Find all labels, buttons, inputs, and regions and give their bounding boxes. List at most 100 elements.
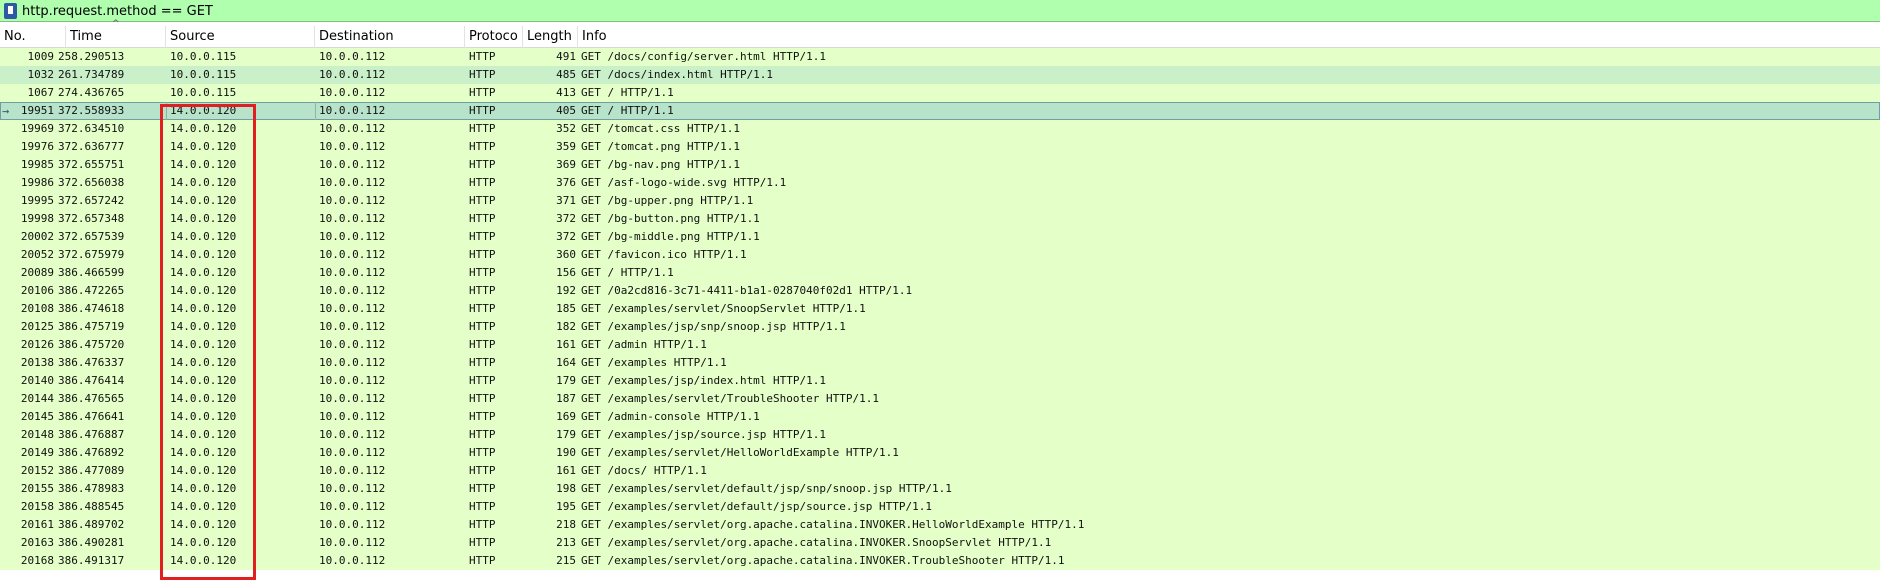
column-header-protocol[interactable]: Protoco xyxy=(465,26,523,48)
packet-destination: 10.0.0.112 xyxy=(319,320,386,333)
column-header-destination[interactable]: Destination xyxy=(315,26,465,48)
packet-row[interactable]: 20106 386.472265 14.0.0.120 10.0.0.112 HTTP 1… xyxy=(0,282,1880,300)
packet-length: 182 xyxy=(556,320,576,333)
packet-number: 19986 xyxy=(20,176,54,189)
packet-source: 14.0.0.120 xyxy=(170,302,237,315)
packet-row[interactable]: 19998 372.657348 14.0.0.120 10.0.0.112 HTTP 3… xyxy=(0,210,1880,228)
packet-row[interactable]: 20152 386.477089 14.0.0.120 10.0.0.112 HTTP 1… xyxy=(0,462,1880,480)
packet-destination: 10.0.0.112 xyxy=(319,464,386,477)
packet-length: 372 xyxy=(556,230,576,243)
packet-row[interactable]: 19986 372.656038 14.0.0.120 10.0.0.112 HTTP 3… xyxy=(0,174,1880,192)
packet-destination: 10.0.0.112 xyxy=(319,122,386,135)
packet-row[interactable]: 20089 386.466599 14.0.0.120 10.0.0.112 HTTP 1… xyxy=(0,264,1880,282)
packet-row[interactable]: 20145 386.476641 14.0.0.120 10.0.0.112 HTTP 1… xyxy=(0,408,1880,426)
packet-row[interactable]: 19985 372.655751 14.0.0.120 10.0.0.112 HTTP 3… xyxy=(0,156,1880,174)
packet-row[interactable]: 1067 274.436765 10.0.0.115 10.0.0.112 HTTP 41… xyxy=(0,84,1880,102)
packet-protocol: HTTP xyxy=(469,518,496,531)
packet-protocol: HTTP xyxy=(469,446,496,459)
packet-time: 386.476892 xyxy=(58,446,125,459)
packet-info: GET /tomcat.png HTTP/1.1 xyxy=(581,140,740,153)
packet-row[interactable]: 1032 261.734789 10.0.0.115 10.0.0.112 HTTP 48… xyxy=(0,66,1880,84)
packet-length: 192 xyxy=(556,284,576,297)
packet-row[interactable]: 20144 386.476565 14.0.0.120 10.0.0.112 HTTP 1… xyxy=(0,390,1880,408)
packet-row[interactable]: 20140 386.476414 14.0.0.120 10.0.0.112 HTTP 1… xyxy=(0,372,1880,390)
packet-source: 10.0.0.115 xyxy=(170,68,237,81)
packet-length: 405 xyxy=(556,104,576,117)
packet-number: 1009 xyxy=(27,50,55,63)
packet-time: 386.491317 xyxy=(58,554,125,567)
column-header-info[interactable]: Info xyxy=(578,26,1880,48)
packet-protocol: HTTP xyxy=(469,302,496,315)
packet-time: 386.475720 xyxy=(58,338,125,351)
packet-row[interactable]: 20148 386.476887 14.0.0.120 10.0.0.112 HTTP 1… xyxy=(0,426,1880,444)
packet-row[interactable]: 20161 386.489702 14.0.0.120 10.0.0.112 HTTP 2… xyxy=(0,516,1880,534)
packet-length: 161 xyxy=(556,464,576,477)
column-header-source[interactable]: Source xyxy=(166,26,315,48)
packet-info: GET /admin-console HTTP/1.1 xyxy=(581,410,760,423)
packet-row[interactable]: 19976 372.636777 14.0.0.120 10.0.0.112 HTTP 3… xyxy=(0,138,1880,156)
packet-time: 386.490281 xyxy=(58,536,125,549)
packet-info: GET /admin HTTP/1.1 xyxy=(581,338,707,351)
packet-info: GET /examples/servlet/SnoopServlet HTTP/… xyxy=(581,302,866,315)
packet-info: GET /docs/ HTTP/1.1 xyxy=(581,464,707,477)
packet-length: 413 xyxy=(556,86,576,99)
column-header-no[interactable]: No. xyxy=(0,26,66,48)
packet-list[interactable]: 1009 258.290513 10.0.0.115 10.0.0.112 HTTP 49… xyxy=(0,48,1880,570)
packet-info: GET /docs/config/server.html HTTP/1.1 xyxy=(581,50,827,63)
packet-time: 372.675979 xyxy=(58,248,125,261)
packet-row[interactable]: 20108 386.474618 14.0.0.120 10.0.0.112 HTTP 1… xyxy=(0,300,1880,318)
packet-source: 14.0.0.120 xyxy=(170,194,237,207)
packet-row[interactable]: 20158 386.488545 14.0.0.120 10.0.0.112 HTTP 1… xyxy=(0,498,1880,516)
packet-row[interactable]: 19995 372.657242 14.0.0.120 10.0.0.112 HTTP 3… xyxy=(0,192,1880,210)
packet-source: 14.0.0.120 xyxy=(170,536,237,549)
packet-row[interactable]: 20168 386.491317 14.0.0.120 10.0.0.112 HTTP 2… xyxy=(0,552,1880,570)
column-header-time[interactable]: Time xyxy=(66,26,166,48)
packet-destination: 10.0.0.112 xyxy=(319,50,386,63)
packet-row[interactable]: 20155 386.478983 14.0.0.120 10.0.0.112 HTTP 1… xyxy=(0,480,1880,498)
packet-row[interactable]: 20052 372.675979 14.0.0.120 10.0.0.112 HTTP 3… xyxy=(0,246,1880,264)
packet-row[interactable]: 20149 386.476892 14.0.0.120 10.0.0.112 HTTP 1… xyxy=(0,444,1880,462)
column-header-length[interactable]: Length xyxy=(523,26,578,48)
packet-time: 372.657348 xyxy=(58,212,125,225)
packet-protocol: HTTP xyxy=(469,374,496,387)
packet-number: 19995 xyxy=(20,194,54,207)
packet-info: GET /bg-nav.png HTTP/1.1 xyxy=(581,158,740,171)
packet-source: 14.0.0.120 xyxy=(170,176,237,189)
packet-source: 14.0.0.120 xyxy=(170,230,237,243)
packet-row[interactable]: 20126 386.475720 14.0.0.120 10.0.0.112 HTTP 1… xyxy=(0,336,1880,354)
packet-source: 14.0.0.120 xyxy=(170,446,237,459)
packet-number: 20002 xyxy=(20,230,54,243)
packet-source: 14.0.0.120 xyxy=(170,410,237,423)
packet-info: GET /examples/jsp/snp/snoop.jsp HTTP/1.1 xyxy=(581,320,846,333)
display-filter-input[interactable] xyxy=(22,2,1872,20)
packet-source: 14.0.0.120 xyxy=(170,338,237,351)
packet-number: 20148 xyxy=(20,428,54,441)
packet-destination: 10.0.0.112 xyxy=(319,284,386,297)
packet-length: 179 xyxy=(556,428,576,441)
bookmark-icon[interactable] xyxy=(4,3,17,19)
packet-time: 372.558933 xyxy=(58,104,125,117)
packet-time: 386.489702 xyxy=(58,518,125,531)
packet-row-selected[interactable]: → 19951 372.558933 14.0.0.120 10.0.0.112 HTTP… xyxy=(0,102,1880,120)
display-filter-bar[interactable] xyxy=(0,0,1880,22)
packet-info: GET /examples/jsp/index.html HTTP/1.1 xyxy=(581,374,827,387)
packet-row[interactable]: 20125 386.475719 14.0.0.120 10.0.0.112 HTTP 1… xyxy=(0,318,1880,336)
packet-number: 19976 xyxy=(20,140,54,153)
packet-info: GET /examples/servlet/org.apache.catalin… xyxy=(581,536,1052,549)
packet-source: 14.0.0.120 xyxy=(170,392,237,405)
packet-protocol: HTTP xyxy=(469,212,496,225)
packet-time: 386.466599 xyxy=(58,266,125,279)
packet-row[interactable]: 19969 372.634510 14.0.0.120 10.0.0.112 HTTP 3… xyxy=(0,120,1880,138)
packet-destination: 10.0.0.112 xyxy=(319,338,386,351)
packet-row[interactable]: 20002 372.657539 14.0.0.120 10.0.0.112 HTTP 3… xyxy=(0,228,1880,246)
packet-source: 14.0.0.120 xyxy=(170,212,237,225)
packet-destination: 10.0.0.112 xyxy=(319,248,386,261)
packet-protocol: HTTP xyxy=(469,230,496,243)
packet-protocol: HTTP xyxy=(469,482,496,495)
packet-source: 10.0.0.115 xyxy=(170,86,237,99)
packet-row[interactable]: 1009 258.290513 10.0.0.115 10.0.0.112 HTTP 49… xyxy=(0,48,1880,66)
packet-row[interactable]: 20138 386.476337 14.0.0.120 10.0.0.112 HTTP 1… xyxy=(0,354,1880,372)
packet-time: 372.634510 xyxy=(58,122,125,135)
packet-number: 20125 xyxy=(20,320,54,333)
packet-row[interactable]: 20163 386.490281 14.0.0.120 10.0.0.112 HTTP 2… xyxy=(0,534,1880,552)
